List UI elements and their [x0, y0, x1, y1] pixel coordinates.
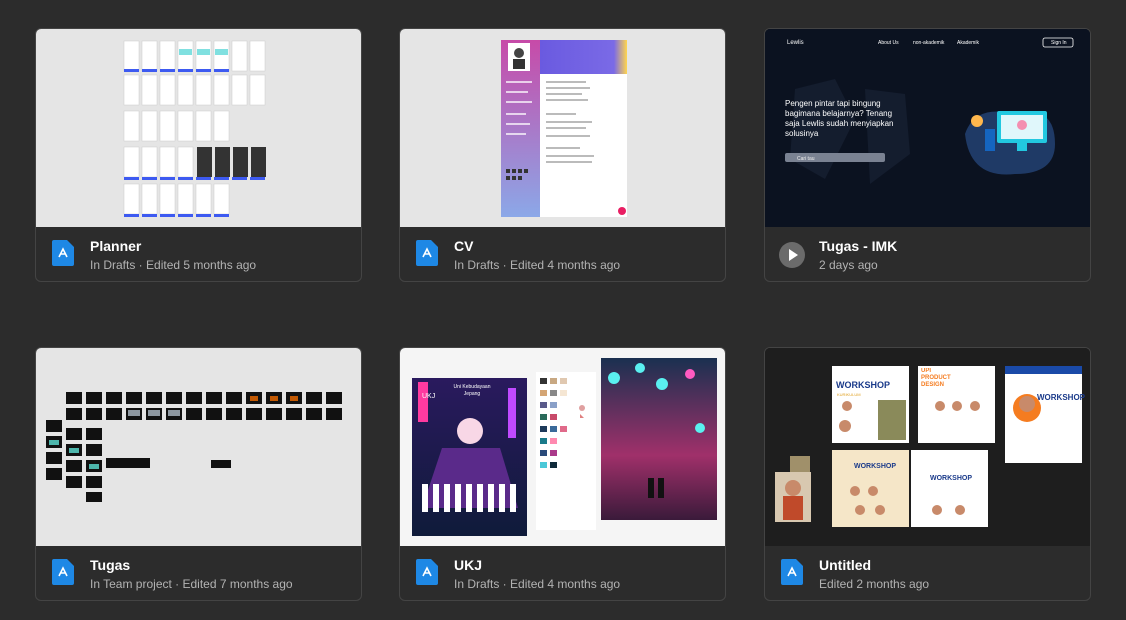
- file-meta: Tugas - IMK 2 days ago: [765, 227, 1090, 281]
- file-thumbnail: [36, 348, 361, 546]
- file-card-tugas-imk[interactable]: Lewlis About Us non-akademik Akademik Si…: [764, 28, 1091, 282]
- poster-badge: UKJ: [422, 393, 435, 400]
- design-file-icon: [52, 240, 74, 266]
- file-subtitle: In Drafts · Edited 4 months ago: [454, 577, 621, 591]
- preview-nav-akademik: Akademik: [957, 40, 979, 46]
- file-title: Tugas: [90, 557, 131, 573]
- file-thumbnail: [36, 29, 361, 227]
- poster-title: Uni Kebudayaan Jepang: [453, 384, 491, 397]
- design-file-icon: [416, 559, 438, 585]
- ukj-preview: UKJ Uni Kebudayaan Jepang: [412, 358, 717, 536]
- poster-2-title: UPI PRODUCT DESIGN: [921, 368, 951, 388]
- file-title: UKJ: [454, 557, 483, 573]
- design-file-icon: [416, 240, 438, 266]
- file-meta: Untitled Edited 2 months ago: [765, 546, 1090, 600]
- file-subtitle: In Drafts · Edited 5 months ago: [90, 258, 257, 272]
- file-card-planner[interactable]: Planner In Drafts · Edited 5 months ago: [35, 28, 362, 282]
- file-card-untitled[interactable]: WORKSHOP KURIKULUM UPI PRODUCT DESIGN WO…: [764, 347, 1091, 601]
- planner-preview: [123, 40, 266, 217]
- poster-1-title: WORKSHOP: [836, 380, 890, 390]
- file-meta: UKJ In Drafts · Edited 4 months ago: [400, 546, 725, 600]
- file-title: Planner: [90, 238, 142, 254]
- svg-text:WORKSHOP: WORKSHOP: [930, 475, 972, 482]
- file-title: CV: [454, 238, 474, 254]
- file-subtitle: Edited 2 months ago: [819, 577, 930, 591]
- file-thumbnail: WORKSHOP KURIKULUM UPI PRODUCT DESIGN WO…: [765, 348, 1090, 546]
- workshop-preview: WORKSHOP KURIKULUM UPI PRODUCT DESIGN WO…: [765, 348, 1090, 546]
- file-title: Tugas - IMK: [819, 238, 898, 254]
- svg-text:WORKSHOP: WORKSHOP: [854, 463, 896, 470]
- play-icon[interactable]: [779, 242, 805, 268]
- file-subtitle: 2 days ago: [819, 258, 878, 272]
- file-card-tugas[interactable]: Tugas In Team project · Edited 7 months …: [35, 347, 362, 601]
- file-card-cv[interactable]: CV In Drafts · Edited 4 months ago: [399, 28, 726, 282]
- file-meta: Planner In Drafts · Edited 5 months ago: [36, 227, 361, 281]
- tugas-preview: [46, 392, 342, 502]
- lewlis-preview: Lewlis About Us non-akademik Akademik Si…: [765, 29, 1090, 227]
- file-subtitle: In Drafts · Edited 4 months ago: [454, 258, 621, 272]
- cv-preview: [501, 40, 627, 217]
- file-meta: Tugas In Team project · Edited 7 months …: [36, 546, 361, 600]
- poster-3-title: WORKSHOP: [1037, 393, 1086, 402]
- file-thumbnail: Lewlis About Us non-akademik Akademik Si…: [765, 29, 1090, 227]
- file-thumbnail: [400, 29, 725, 227]
- file-title: Untitled: [819, 557, 872, 573]
- preview-search: Cari tau: [797, 156, 815, 162]
- poster-1-sub: KURIKULUM: [837, 392, 861, 397]
- file-thumbnail: UKJ Uni Kebudayaan Jepang: [400, 348, 725, 546]
- preview-nav-about: About Us: [878, 40, 899, 46]
- design-file-icon: [52, 559, 74, 585]
- preview-headline: Pengen pintar tapi bingung bagimana bela…: [785, 99, 894, 138]
- file-meta: CV In Drafts · Edited 4 months ago: [400, 227, 725, 281]
- design-file-icon: [781, 559, 803, 585]
- preview-logo: Lewlis: [787, 40, 804, 46]
- file-card-ukj[interactable]: UKJ Uni Kebudayaan Jepang UKJ In Drafts …: [399, 347, 726, 601]
- preview-sign-in: Sign In: [1051, 40, 1067, 46]
- file-subtitle: In Team project · Edited 7 months ago: [90, 577, 293, 591]
- preview-nav-nonakademik: non-akademik: [913, 40, 945, 46]
